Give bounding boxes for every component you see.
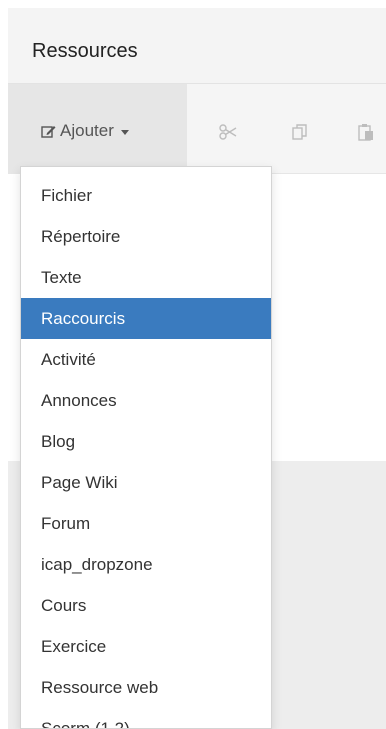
chevron-down-icon — [120, 130, 129, 135]
menu-item-raccourcis[interactable]: Raccourcis — [21, 298, 271, 339]
add-dropdown-button[interactable]: Ajouter — [8, 84, 187, 174]
panel-heading: Ressources — [8, 8, 386, 84]
menu-item-exercice[interactable]: Exercice — [21, 626, 271, 667]
menu-item-annonces[interactable]: Annonces — [21, 380, 271, 421]
paste-icon[interactable] — [356, 123, 376, 141]
menu-item-ressource-web[interactable]: Ressource web — [21, 667, 271, 708]
add-button-label: Ajouter — [60, 121, 114, 140]
menu-item-repertoire[interactable]: Répertoire — [21, 216, 271, 257]
screen: Ressources Ajouter Fichier Répertoire Te… — [0, 0, 386, 729]
menu-item-page-wiki[interactable]: Page Wiki — [21, 462, 271, 503]
panel-title: Ressources — [32, 40, 138, 62]
menu-item-icap-dropzone[interactable]: icap_dropzone — [21, 544, 271, 585]
copy-icon[interactable] — [290, 123, 310, 141]
menu-item-texte[interactable]: Texte — [21, 257, 271, 298]
add-dropdown-menu: Fichier Répertoire Texte Raccourcis Acti… — [20, 166, 272, 729]
cut-icon[interactable] — [218, 123, 238, 141]
menu-item-fichier[interactable]: Fichier — [21, 175, 271, 216]
menu-item-scorm[interactable]: Scorm (1.2) — [21, 708, 271, 728]
menu-item-cours[interactable]: Cours — [21, 585, 271, 626]
menu-item-blog[interactable]: Blog — [21, 421, 271, 462]
toolbar: Ajouter — [8, 84, 386, 174]
menu-item-activite[interactable]: Activité — [21, 339, 271, 380]
menu-item-forum[interactable]: Forum — [21, 503, 271, 544]
edit-icon — [41, 125, 56, 138]
menu-list: Fichier Répertoire Texte Raccourcis Acti… — [21, 175, 271, 728]
